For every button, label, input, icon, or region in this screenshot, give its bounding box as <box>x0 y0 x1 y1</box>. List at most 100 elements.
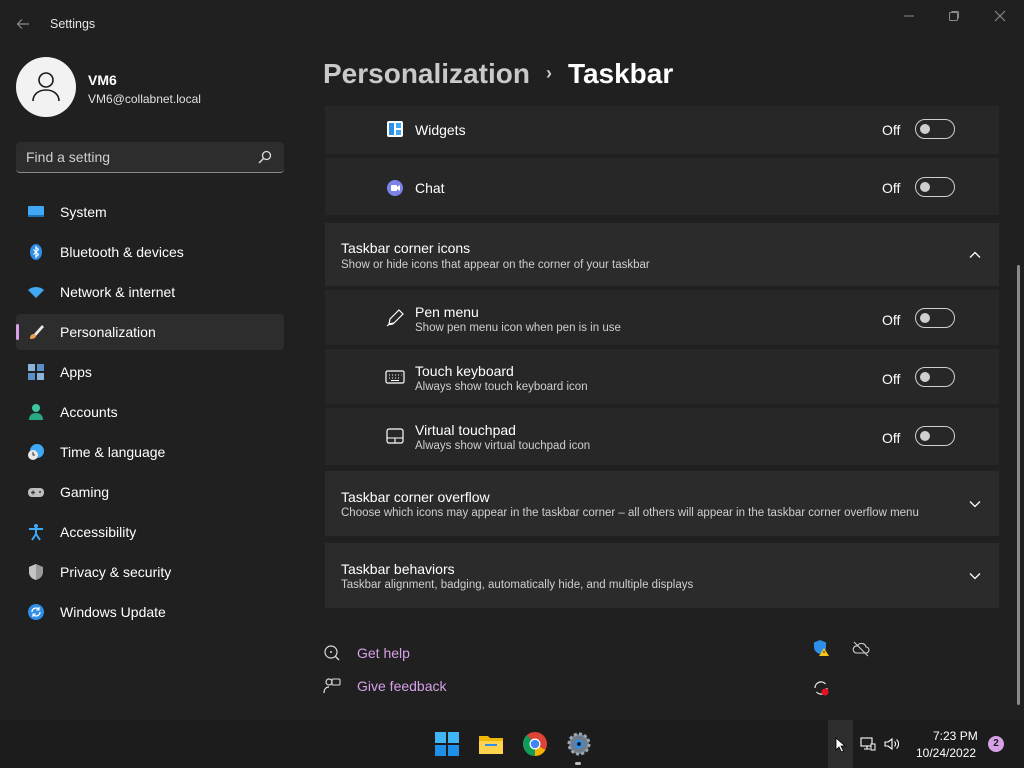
corner-overflow-description: Choose which icons may appear in the tas… <box>341 507 919 519</box>
close-button[interactable] <box>980 6 1020 28</box>
sidebar-item-label: System <box>60 204 107 220</box>
sidebar-item-windows-update[interactable]: Windows Update <box>16 594 284 630</box>
help-icon <box>324 645 340 661</box>
sidebar-item-label: Network & internet <box>60 284 176 300</box>
brush-icon <box>30 325 44 339</box>
user-profile[interactable]: VM6 VM6@collabnet.local <box>16 57 296 119</box>
sidebar-item-label: Time & language <box>60 444 166 460</box>
sidebar-nav: System Bluetooth & devices Network & int… <box>16 194 284 634</box>
chat-state: Off <box>882 180 901 196</box>
pen-menu-state: Off <box>882 312 901 328</box>
corner-overflow-title: Taskbar corner overflow <box>341 489 490 505</box>
corner-icons-description: Show or hide icons that appear on the co… <box>341 259 650 271</box>
virtual-touchpad-toggle[interactable] <box>915 426 955 446</box>
toggle-knob <box>920 182 930 192</box>
person-icon <box>29 404 43 420</box>
corner-overflow-header[interactable]: Taskbar corner overflow Choose which ico… <box>325 471 999 536</box>
scrollbar[interactable] <box>1017 265 1020 705</box>
touch-keyboard-description: Always show touch keyboard icon <box>415 381 588 393</box>
breadcrumb-parent[interactable]: Personalization <box>323 58 530 89</box>
chat-icon <box>387 180 403 196</box>
get-help-link[interactable]: Get help <box>323 642 523 664</box>
sidebar-item-gaming[interactable]: Gaming <box>16 474 284 510</box>
corner-icons-header[interactable]: Taskbar corner icons Show or hide icons … <box>325 223 999 288</box>
chat-toggle[interactable] <box>915 177 955 197</box>
touch-keyboard-label: Touch keyboard <box>415 363 514 379</box>
toggle-knob <box>920 313 930 323</box>
clock-date[interactable]: 10/24/2022 <box>916 746 976 760</box>
behaviors-title: Taskbar behaviors <box>341 561 455 577</box>
maximize-button[interactable] <box>934 6 974 28</box>
settings-icon[interactable] <box>565 730 593 758</box>
search-icon[interactable] <box>258 150 272 164</box>
virtual-touchpad-description: Always show virtual touchpad icon <box>415 440 591 452</box>
touch-keyboard-state: Off <box>882 371 901 387</box>
sidebar-item-apps[interactable]: Apps <box>16 354 284 390</box>
search-input[interactable] <box>26 148 246 166</box>
security-warning-icon[interactable] <box>812 639 830 657</box>
search-box[interactable] <box>16 142 284 173</box>
sidebar-item-label: Gaming <box>60 484 110 500</box>
virtual-touchpad-row: Virtual touchpad Always show virtual tou… <box>325 408 999 465</box>
give-feedback-link[interactable]: Give feedback <box>323 675 523 697</box>
file-explorer-icon[interactable] <box>477 730 505 758</box>
notification-badge[interactable]: 2 <box>988 736 1004 752</box>
back-button[interactable] <box>10 12 36 36</box>
sidebar-item-label: Personalization <box>60 324 156 340</box>
wifi-icon <box>28 287 44 298</box>
pen-menu-toggle[interactable] <box>915 308 955 328</box>
sync-error-icon[interactable] <box>812 679 830 697</box>
sidebar-item-system[interactable]: System <box>16 194 284 230</box>
sidebar-item-personalization[interactable]: Personalization <box>16 314 284 350</box>
widgets-label: Widgets <box>415 122 466 138</box>
volume-icon[interactable] <box>884 736 900 752</box>
sidebar-item-privacy-security[interactable]: Privacy & security <box>16 554 284 590</box>
start-icon[interactable] <box>433 730 461 758</box>
chevron-down-icon[interactable] <box>968 497 982 511</box>
shield-icon <box>29 564 43 580</box>
sidebar-item-time-language[interactable]: Time & language <box>16 434 284 470</box>
pen-menu-row: Pen menu Show pen menu icon when pen is … <box>325 290 999 347</box>
bluetooth-icon <box>30 244 42 260</box>
user-name: VM6 <box>88 72 117 88</box>
network-icon[interactable] <box>860 736 876 752</box>
sidebar-item-label: Apps <box>60 364 92 380</box>
behaviors-description: Taskbar alignment, badging, automaticall… <box>341 579 694 591</box>
touch-keyboard-toggle[interactable] <box>915 367 955 387</box>
touch-keyboard-row: Touch keyboard Always show touch keyboar… <box>325 349 999 406</box>
widgets-toggle[interactable] <box>915 119 955 139</box>
virtual-touchpad-state: Off <box>882 430 901 446</box>
chevron-down-icon[interactable] <box>968 569 982 583</box>
keyboard-icon <box>385 370 405 384</box>
breadcrumb-separator: › <box>545 63 552 83</box>
show-hidden-icons-button[interactable] <box>828 720 853 768</box>
minimize-button[interactable] <box>889 6 929 28</box>
accessibility-icon <box>29 524 43 541</box>
avatar <box>16 57 76 117</box>
chrome-icon[interactable] <box>521 730 549 758</box>
app-title: Settings <box>50 17 96 31</box>
sidebar-item-network[interactable]: Network & internet <box>16 274 284 310</box>
widgets-icon <box>387 121 403 137</box>
sidebar-item-accounts[interactable]: Accounts <box>16 394 284 430</box>
restore-icon <box>949 11 959 21</box>
toggle-knob <box>920 124 930 134</box>
clock-globe-icon <box>28 444 44 460</box>
taskbar: 7:23 PM 10/24/2022 2 <box>0 720 1024 768</box>
sidebar-item-label: Accessibility <box>60 524 137 540</box>
sidebar-item-bluetooth[interactable]: Bluetooth & devices <box>16 234 284 270</box>
pen-icon <box>386 309 404 327</box>
behaviors-header[interactable]: Taskbar behaviors Taskbar alignment, bad… <box>325 543 999 608</box>
apps-icon <box>28 364 44 380</box>
onedrive-offline-icon[interactable] <box>852 640 870 658</box>
gamepad-icon <box>28 488 44 497</box>
corner-icons-title: Taskbar corner icons <box>341 240 471 256</box>
sidebar-item-accessibility[interactable]: Accessibility <box>16 514 284 550</box>
active-app-indicator <box>575 762 581 765</box>
give-feedback-label: Give feedback <box>357 678 447 694</box>
clock-time[interactable]: 7:23 PM <box>933 729 978 743</box>
feedback-icon <box>323 678 341 694</box>
chevron-up-icon[interactable] <box>968 248 982 262</box>
user-email: VM6@collabnet.local <box>88 92 201 106</box>
sidebar-item-label: Accounts <box>60 404 118 420</box>
